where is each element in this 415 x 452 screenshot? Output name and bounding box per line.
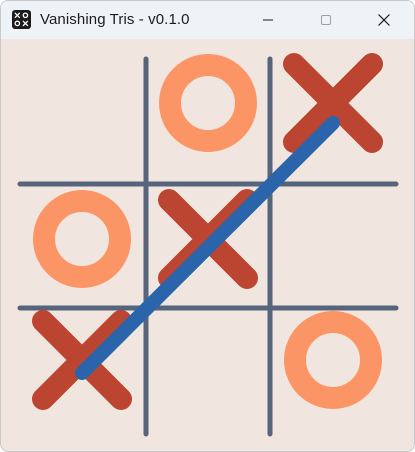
minimize-button[interactable] xyxy=(239,1,297,39)
app-window: Vanishing Tris - v0.1.0 xyxy=(0,0,415,452)
tic-tac-toe-icon xyxy=(12,10,31,29)
window-title: Vanishing Tris - v0.1.0 xyxy=(40,11,190,28)
board-canvas xyxy=(15,39,400,439)
minimize-icon xyxy=(263,19,273,21)
close-icon xyxy=(378,14,390,26)
board-cell-2-1[interactable] xyxy=(146,308,270,439)
board-cell-1-2[interactable] xyxy=(270,184,400,308)
game-board xyxy=(1,39,414,451)
close-button[interactable] xyxy=(355,1,413,39)
board-cell-0-0[interactable] xyxy=(15,39,146,184)
maximize-button[interactable] xyxy=(297,1,355,39)
title-bar[interactable]: Vanishing Tris - v0.1.0 xyxy=(1,1,414,39)
maximize-icon xyxy=(321,15,331,25)
